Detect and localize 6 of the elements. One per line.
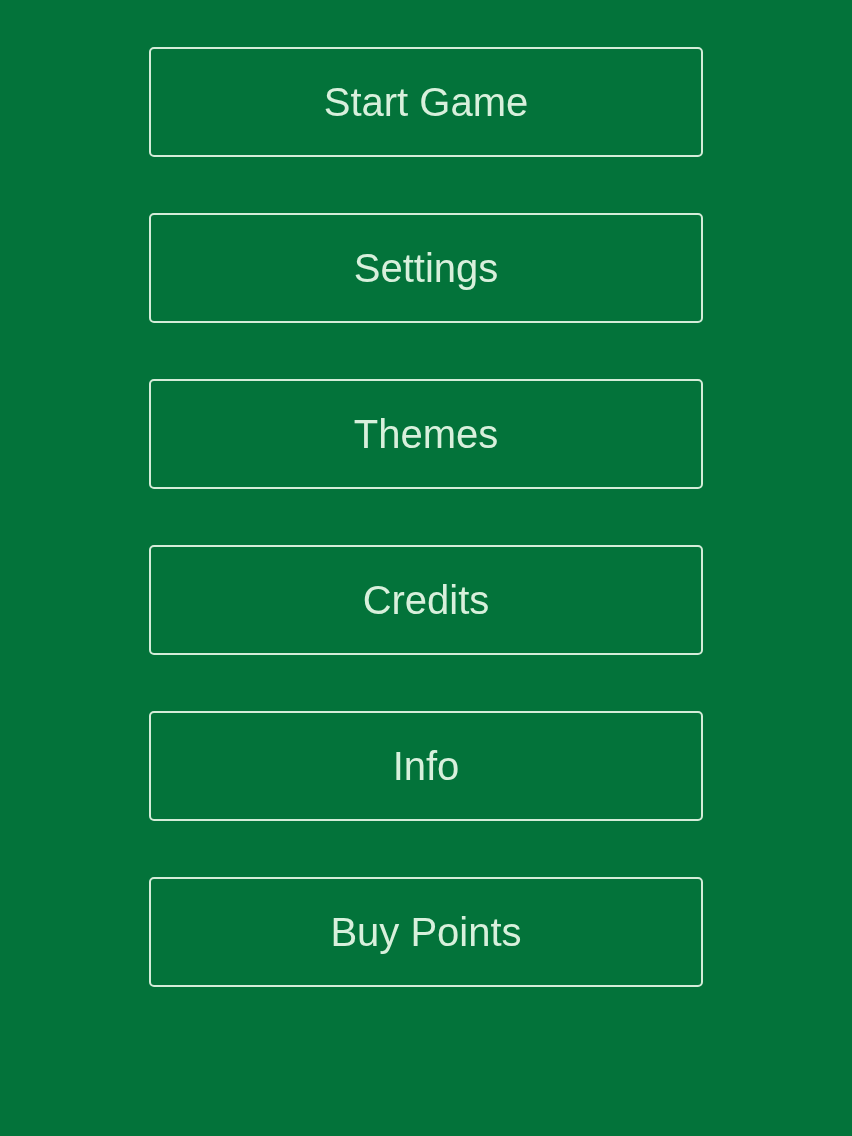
menu-button[interactable]: Themes bbox=[149, 379, 703, 489]
menu-button[interactable]: Start Game bbox=[149, 47, 703, 157]
menu-button[interactable]: Settings bbox=[149, 213, 703, 323]
menu-button[interactable]: Credits bbox=[149, 545, 703, 655]
menu-button[interactable]: Buy Points bbox=[149, 877, 703, 987]
menu-button[interactable]: Info bbox=[149, 711, 703, 821]
